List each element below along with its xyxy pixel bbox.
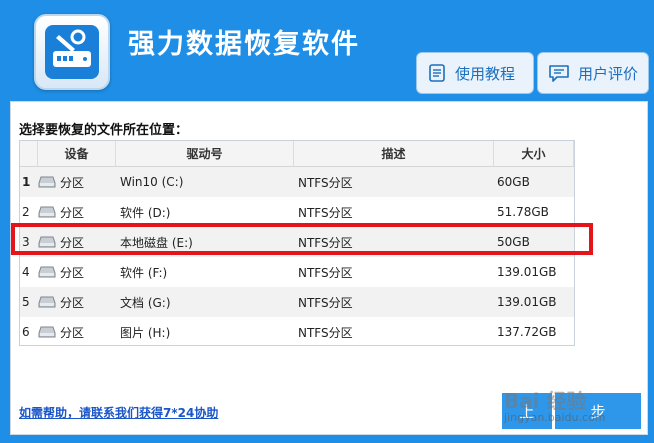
device-label: 分区 [60, 295, 85, 310]
description-cell: NTFS分区 [298, 175, 353, 190]
table-row[interactable]: 4 分区 软件 (F:) NTFS分区 139.01GB [20, 257, 574, 287]
selection-highlight-box [11, 223, 593, 255]
hard-drive-icon [38, 266, 56, 278]
description-cell: NTFS分区 [298, 295, 353, 310]
header-index [20, 141, 38, 166]
hard-drive-icon [38, 206, 56, 218]
app-title: 强力数据恢复软件 [128, 29, 360, 60]
drive-cell: 软件 (F:) [120, 265, 168, 280]
device-cell: 分区 [34, 167, 116, 197]
description-cell: NTFS分区 [298, 265, 353, 280]
location-prompt: 选择要恢复的文件所在位置： [19, 123, 189, 138]
description-cell: NTFS分区 [298, 325, 353, 340]
drive-cell: Win10 (C:) [120, 175, 184, 189]
device-cell: 分区 [34, 287, 116, 317]
user-review-button[interactable]: 用户评价 [537, 52, 649, 94]
device-cell: 分区 [34, 257, 116, 287]
device-label: 分区 [60, 325, 85, 340]
row-index: 6 [22, 325, 30, 339]
header-device[interactable]: 设备 [38, 141, 116, 166]
drive-repair-icon [45, 25, 99, 79]
drive-cell: 文档 (G:) [120, 295, 171, 310]
hard-drive-icon [38, 296, 56, 308]
device-label: 分区 [60, 205, 85, 220]
user-review-button-label: 用户评价 [578, 64, 639, 83]
help-link[interactable]: 如需帮助，请联系我们获得7*24协助 [19, 404, 218, 421]
tutorial-button[interactable]: 使用教程 [416, 52, 534, 94]
row-index: 5 [22, 295, 30, 309]
row-index: 4 [22, 265, 30, 279]
header-drive[interactable]: 驱动号 [116, 141, 294, 166]
header-size[interactable]: 大小 [494, 141, 574, 166]
table-header: 设备 驱动号 描述 大小 [20, 141, 574, 167]
watermark: Bai 经验 jingyan.baidu.com [500, 381, 640, 437]
size-cell: 60GB [497, 175, 530, 189]
size-cell: 137.72GB [497, 325, 557, 339]
hard-drive-icon [38, 326, 56, 338]
table-row[interactable]: 1 分区 Win10 (C:) NTFS分区 60GB [20, 167, 574, 197]
row-index: 1 [22, 175, 31, 189]
device-label: 分区 [60, 175, 85, 190]
drive-cell: 图片 (H:) [120, 325, 171, 340]
watermark-logo: Bai 经验 [504, 389, 587, 413]
header-description[interactable]: 描述 [294, 141, 494, 166]
tutorial-button-label: 使用教程 [455, 64, 516, 83]
hard-drive-icon [38, 176, 56, 188]
size-cell: 139.01GB [497, 295, 557, 309]
device-label: 分区 [60, 265, 85, 280]
chat-icon [549, 65, 569, 82]
table-row[interactable]: 6 分区 图片 (H:) NTFS分区 137.72GB [20, 317, 574, 347]
table-row[interactable]: 5 分区 文档 (G:) NTFS分区 139.01GB [20, 287, 574, 317]
device-cell: 分区 [34, 317, 116, 347]
size-cell: 139.01GB [497, 265, 557, 279]
document-icon [429, 64, 445, 82]
watermark-text: jingyan.baidu.com [504, 411, 606, 424]
app-logo [34, 14, 110, 90]
